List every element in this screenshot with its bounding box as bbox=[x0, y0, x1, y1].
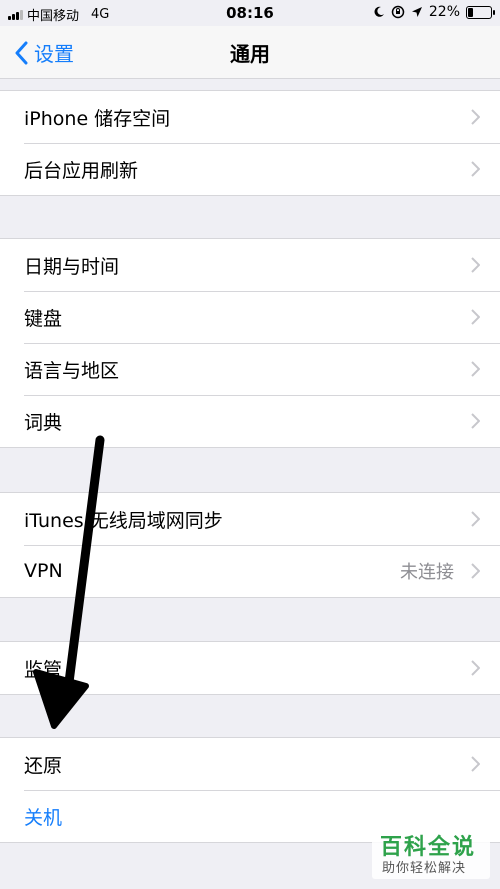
settings-group-supervision: 监管 bbox=[0, 641, 500, 695]
row-dictionary[interactable]: 词典 bbox=[0, 395, 500, 447]
row-supervision[interactable]: 监管 bbox=[0, 642, 500, 694]
watermark-logo: 百科全说 助你轻松解决 bbox=[372, 827, 490, 879]
chevron-right-icon bbox=[471, 109, 480, 125]
row-date-time[interactable]: 日期与时间 bbox=[0, 239, 500, 291]
row-label: 日期与时间 bbox=[24, 255, 120, 278]
row-label: 还原 bbox=[24, 754, 63, 777]
settings-group-language: 日期与时间 键盘 语言与地区 词典 bbox=[0, 238, 500, 448]
row-language-region[interactable]: 语言与地区 bbox=[0, 343, 500, 395]
location-icon bbox=[411, 7, 422, 17]
row-label: iPhone 储存空间 bbox=[24, 107, 171, 130]
chevron-right-icon bbox=[471, 756, 480, 772]
watermark-subtitle: 助你轻松解决 bbox=[382, 861, 467, 876]
chevron-right-icon bbox=[471, 309, 480, 325]
chevron-right-icon bbox=[471, 413, 480, 429]
row-reset[interactable]: 还原 bbox=[0, 738, 500, 790]
vpn-status: 未连接 bbox=[400, 562, 454, 583]
row-label: 后台应用刷新 bbox=[24, 159, 139, 182]
row-background-refresh[interactable]: 后台应用刷新 bbox=[0, 143, 500, 195]
chevron-right-icon bbox=[471, 361, 480, 377]
rotation-lock-icon bbox=[391, 5, 405, 19]
row-label: VPN bbox=[24, 560, 63, 582]
status-bar: 中国移动 4G 08:16 22% bbox=[0, 0, 500, 26]
row-label: 词典 bbox=[24, 411, 63, 434]
row-label: 键盘 bbox=[24, 307, 63, 330]
row-keyboard[interactable]: 键盘 bbox=[0, 291, 500, 343]
battery-percent: 22% bbox=[428, 4, 460, 20]
row-label: 关机 bbox=[24, 806, 63, 829]
row-itunes-wifi-sync[interactable]: iTunes 无线局域网同步 bbox=[0, 493, 500, 545]
settings-group-storage: iPhone 储存空间 后台应用刷新 bbox=[0, 90, 500, 196]
row-label: iTunes 无线局域网同步 bbox=[24, 509, 223, 532]
status-right: 22% bbox=[373, 4, 495, 20]
row-iphone-storage[interactable]: iPhone 储存空间 bbox=[0, 91, 500, 143]
row-label: 监管 bbox=[24, 658, 63, 681]
row-label: 语言与地区 bbox=[24, 359, 120, 382]
page-title: 通用 bbox=[230, 42, 270, 66]
row-vpn[interactable]: VPN 未连接 bbox=[0, 545, 500, 597]
chevron-right-icon bbox=[471, 660, 480, 676]
chevron-right-icon bbox=[471, 161, 480, 177]
moon-icon bbox=[374, 6, 384, 17]
battery-icon bbox=[466, 5, 495, 19]
navigation-bar: 设置 通用 bbox=[0, 26, 500, 79]
settings-group-sync: iTunes 无线局域网同步 VPN 未连接 bbox=[0, 492, 500, 598]
chevron-right-icon bbox=[471, 257, 480, 273]
chevron-right-icon bbox=[471, 511, 480, 527]
chevron-right-icon bbox=[471, 563, 480, 579]
